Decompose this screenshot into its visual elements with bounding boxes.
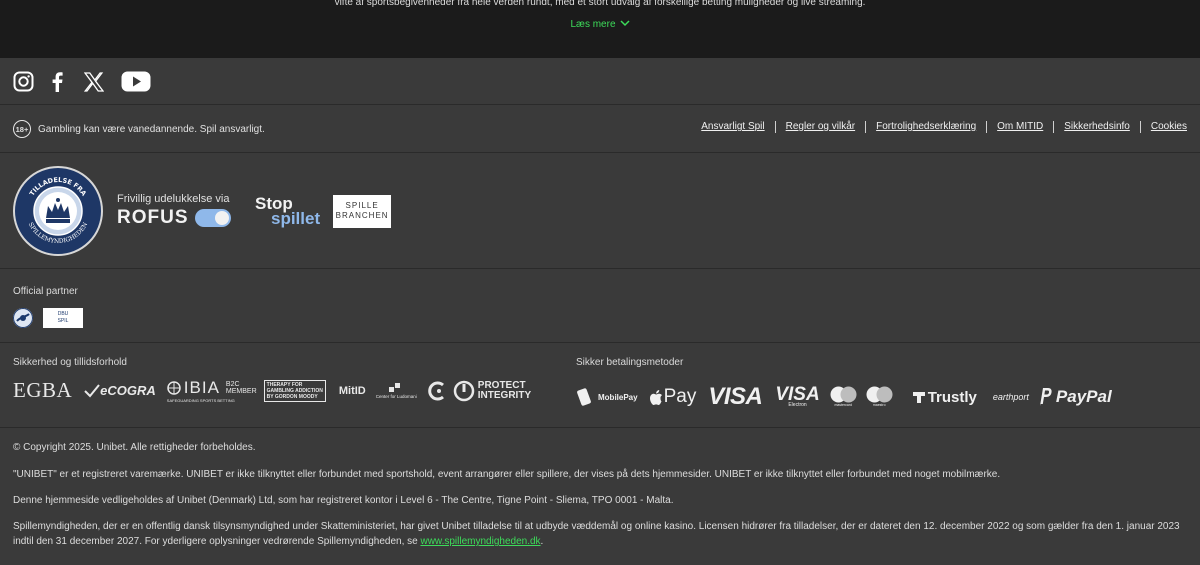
owner-text: Denne hjemmeside vedligeholdes af Unibet… (13, 495, 674, 506)
divider (0, 342, 1200, 343)
rofus-line1: Frivillig udelukkelse via (117, 193, 230, 205)
chevron-down-icon (619, 19, 630, 30)
dbu-line2: SPIL (57, 318, 69, 324)
gordon-moody-logo[interactable]: THERAPY FOR GAMBLING ADDICTION BY GORDON… (263, 379, 326, 402)
spillemyndigheden-link[interactable]: www.spillemyndigheden.dk (420, 536, 540, 547)
ecogra-text: eCOGRA (100, 383, 156, 398)
facebook-icon[interactable] (51, 71, 63, 92)
ibia-logo[interactable]: IBIA B2C MEMBER SAFEGUARDING SPORTS BETT… (167, 378, 257, 403)
instagram-icon[interactable] (13, 71, 34, 92)
mobilepay-text: MobilePay (598, 392, 638, 402)
visa-electron-text: VISA (775, 383, 820, 405)
regulator-end: . (540, 536, 544, 547)
social-links (13, 71, 151, 92)
visa-electron-sub: Electron (788, 401, 807, 408)
spillebranchen-logo[interactable]: SPILLE BRANCHEN (333, 194, 392, 228)
trustly-text: Trustly (927, 388, 977, 406)
divider (0, 427, 1200, 428)
security-logos: EGBA eCOGRA IBIA B2C MEMBER SAFEGUARDING… (13, 378, 531, 403)
earthport-logo[interactable]: earthport (993, 392, 1029, 402)
link-fortrolighedserklaering[interactable]: Fortrolighedserklæring (865, 121, 986, 133)
responsible-gambling-text: Gambling kan være vanedannende. Spil ans… (38, 123, 265, 135)
dbu-line1: DBU (57, 311, 69, 317)
paypal-logo[interactable]: PayPal (1038, 387, 1112, 407)
seo-intro-section: vifte af sportsbegivenheder fra hele ver… (0, 0, 1200, 58)
rofus-line2: ROFUS (117, 207, 189, 228)
maestro-sub: maestro (872, 403, 886, 407)
payment-logos: MobilePay Pay VISA VISA Electron masterc… (576, 383, 1112, 411)
ibia-b2c-1: B2C (225, 381, 240, 388)
link-ansvarligt-spil[interactable]: Ansvarligt Spil (691, 121, 774, 133)
age-18-badge: 18+ (13, 120, 31, 138)
link-regler-og-vilkar[interactable]: Regler og vilkår (774, 121, 865, 133)
read-more-label: Læs mere (570, 19, 616, 31)
mitid-logo[interactable]: MitID (339, 385, 366, 397)
mastercard-logo[interactable]: mastercard (830, 386, 857, 408)
regulator-line2: indtil den 31 december 2027. For yderlig… (13, 536, 421, 547)
spille-line2: BRANCHEN (335, 210, 389, 220)
link-om-mitid[interactable]: Om MITID (986, 121, 1053, 133)
regulator-text: Spillemyndigheden, der er en offentlig d… (13, 519, 1193, 549)
protect-integrity-logo[interactable]: PROTECT INTEGRITY (453, 380, 531, 402)
read-more-link[interactable]: Læs mere (0, 19, 1200, 30)
visa-logo[interactable]: VISA (708, 383, 763, 411)
footer-links: Ansvarligt Spil Regler og vilkår Fortrol… (691, 121, 1187, 133)
dbu-partner-logo[interactable]: DBU SPIL (43, 308, 83, 328)
fck-partner-logo[interactable] (13, 308, 33, 328)
maestro-logo[interactable]: maestro (866, 386, 893, 408)
youtube-icon[interactable] (121, 71, 151, 92)
therapy-3: BY GORDON MOODY (266, 393, 318, 400)
official-partner-logos: DBU SPIL (13, 308, 83, 328)
license-logos: TILLADELSE FRA SPILLEMYNDIGHEDEN Frivill… (13, 166, 392, 256)
egba-logo[interactable]: EGBA (13, 378, 72, 403)
trustly-logo[interactable]: Trustly (912, 389, 977, 406)
intro-text: vifte af sportsbegivenheder fra hele ver… (334, 0, 866, 8)
visa-electron-logo[interactable]: VISA Electron (775, 383, 820, 408)
divider (0, 268, 1200, 269)
mobilepay-logo[interactable]: MobilePay (576, 387, 638, 407)
ibia-b2c-2: MEMBER (225, 388, 257, 395)
security-heading: Sikkerhed og tillidsforhold (13, 357, 127, 368)
ibia-sub: SAFEGUARDING SPORTS BETTING (166, 398, 235, 403)
protect-1: PROTECT (477, 379, 526, 391)
regulator-line1: Spillemyndigheden, der er en offentlig d… (13, 521, 1180, 532)
apple-pay-logo[interactable]: Pay (649, 386, 697, 408)
protect-2: INTEGRITY (477, 389, 532, 401)
cfg-c-logo[interactable] (427, 381, 447, 401)
divider (0, 152, 1200, 153)
stopspillet-logo[interactable]: Stop spillet (255, 195, 321, 228)
trademark-text: "UNIBET" er et registreret varemærke. UN… (13, 469, 1001, 480)
ecogra-logo[interactable]: eCOGRA (84, 383, 156, 398)
stop-line2: spillet (271, 209, 321, 228)
link-sikkerhedsinfo[interactable]: Sikkerhedsinfo (1053, 121, 1140, 133)
x-icon[interactable] (84, 71, 104, 92)
toggle-icon (194, 209, 231, 227)
official-partner-heading: Official partner (13, 286, 78, 297)
paypal-text: PayPal (1055, 387, 1112, 406)
responsible-gambling-notice: 18+ Gambling kan være vanedannende. Spil… (13, 120, 265, 138)
divider (0, 104, 1200, 105)
link-cookies[interactable]: Cookies (1139, 121, 1187, 133)
spillemyndigheden-seal-logo[interactable]: TILLADELSE FRA SPILLEMYNDIGHEDEN (13, 166, 103, 256)
mastercard-sub: mastercard (834, 403, 852, 407)
center-for-ludomani-logo[interactable]: Center for Ludomani (376, 382, 417, 400)
payments-heading: Sikker betalingsmetoder (576, 357, 684, 368)
ibia-text: IBIA (183, 378, 220, 397)
cfg-text: Center for Ludomani (375, 393, 417, 399)
rofus-logo[interactable]: Frivillig udelukkelse via ROFUS (117, 193, 241, 229)
spille-line1: SPILLE (345, 200, 379, 210)
apple-pay-text: Pay (663, 386, 697, 407)
copyright-text: © Copyright 2025. Unibet. Alle rettighed… (13, 442, 256, 453)
